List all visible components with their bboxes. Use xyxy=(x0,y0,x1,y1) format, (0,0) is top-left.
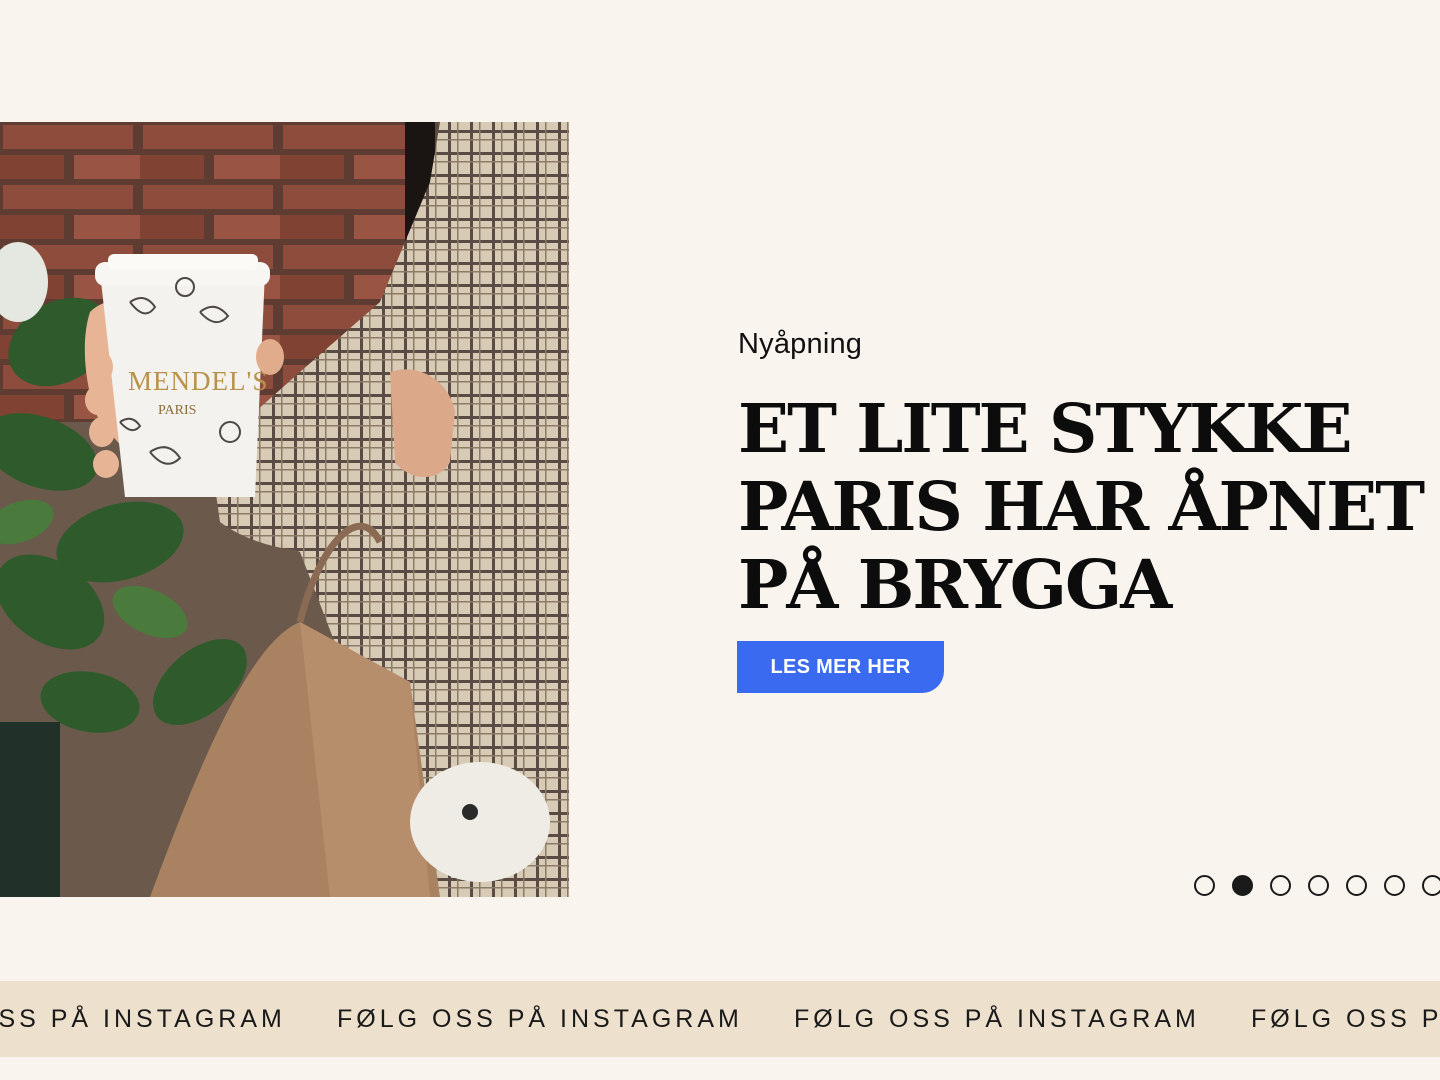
hero-text-block: Nyåpning ET LITE STYKKE PARIS HAR ÅPNET … xyxy=(738,326,1425,624)
cup-city-text: PARIS xyxy=(158,403,196,418)
read-more-button[interactable]: LES MER HER xyxy=(737,641,944,693)
carousel-dot-7[interactable] xyxy=(1422,875,1440,896)
carousel-dot-6[interactable] xyxy=(1384,875,1405,896)
instagram-link[interactable]: FØLG OSS PÅ INSTAGRAM xyxy=(337,1005,794,1034)
carousel-pagination xyxy=(1194,875,1440,897)
carousel-dot-4[interactable] xyxy=(1308,875,1329,896)
carousel-dot-1[interactable] xyxy=(1194,875,1215,896)
marquee-track: FØLG OSS PÅ INSTAGRAMFØLG OSS PÅ INSTAGR… xyxy=(0,981,1440,1057)
instagram-link[interactable]: FØLG OSS PÅ INSTAGRAM xyxy=(0,1005,337,1034)
hero-photo-illustration: MENDEL'S PARIS xyxy=(0,122,569,897)
carousel-dot-2[interactable] xyxy=(1232,875,1253,896)
instagram-link[interactable]: FØLG OSS PÅ INSTAGRAM xyxy=(1251,1005,1440,1034)
instagram-link[interactable]: FØLG OSS PÅ INSTAGRAM xyxy=(794,1005,1251,1034)
carousel-dot-3[interactable] xyxy=(1270,875,1291,896)
instagram-marquee: FØLG OSS PÅ INSTAGRAMFØLG OSS PÅ INSTAGR… xyxy=(0,981,1440,1057)
carousel-dot-5[interactable] xyxy=(1346,875,1367,896)
hero-photo: MENDEL'S PARIS xyxy=(0,122,569,897)
cup-brand-text: MENDEL'S xyxy=(128,366,268,396)
page: MENDEL'S PARIS Nyåpning ET LITE STYKKE P… xyxy=(0,0,1440,1080)
hero-eyebrow: Nyåpning xyxy=(738,328,863,360)
hero-headline: ET LITE STYKKE PARIS HAR ÅPNET PÅ BRYGGA xyxy=(738,389,1425,624)
